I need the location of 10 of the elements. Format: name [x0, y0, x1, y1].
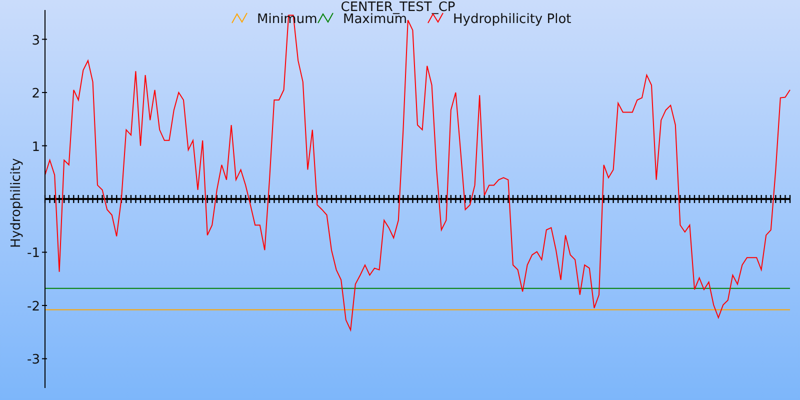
y-tick-label: -2 — [27, 299, 40, 314]
chart-title: CENTER_TEST_CP — [340, 0, 456, 15]
y-tick-label: -1 — [27, 246, 40, 262]
y-axis-label: Hydrophilicity — [9, 158, 24, 248]
y-tick-label: 3 — [32, 33, 40, 48]
y-tick-label: 1 — [32, 140, 40, 155]
legend-label: Maximum — [343, 12, 408, 27]
y-tick-label: -3 — [27, 352, 40, 368]
legend-label: Hydrophilicity Plot — [453, 12, 572, 27]
y-tick-label: 2 — [32, 86, 40, 102]
